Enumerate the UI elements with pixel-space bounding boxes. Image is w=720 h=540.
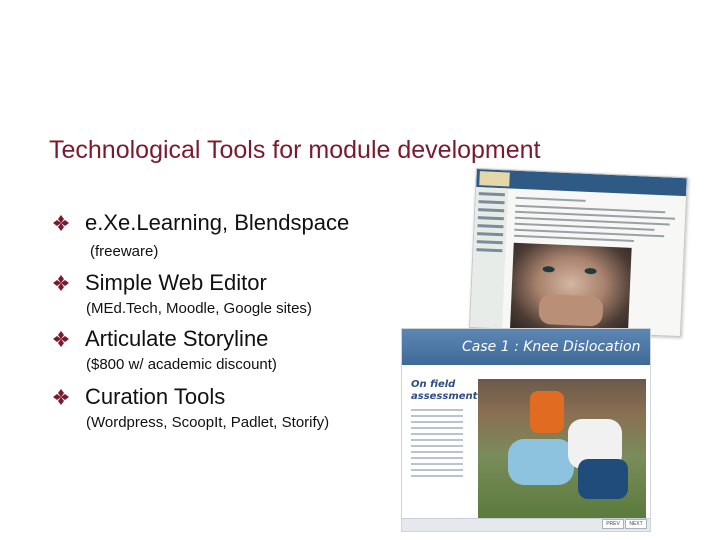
bullet-label: Articulate Storyline	[85, 326, 269, 351]
bullet-label: Simple Web Editor	[85, 270, 267, 295]
bullet-detail: (freeware)	[90, 243, 159, 260]
storyline-case-title: Case 1 : Knee Dislocation	[462, 339, 641, 355]
next-button[interactable]: NEXT	[625, 519, 647, 529]
bullet-detail: (MEd.Tech, Moodle, Google sites)	[86, 300, 312, 317]
storyline-footer: PREV NEXT	[402, 518, 650, 531]
exe-sidebar	[470, 187, 509, 329]
bullet-item: Curation Tools	[52, 384, 225, 410]
storyline-title-bar: Case 1 : Knee Dislocation	[402, 329, 650, 365]
rugby-photo	[478, 379, 646, 519]
bullet-item: Articulate Storyline	[52, 326, 268, 352]
diamond-bullet-icon	[53, 389, 69, 405]
storyline-heading: On field assessment:	[411, 379, 482, 402]
bullet-detail: ($800 w/ academic discount)	[86, 356, 277, 373]
bullet-item: e.Xe.Learning, Blendspace	[52, 210, 349, 236]
bullet-detail: (Wordpress, ScoopIt, Padlet, Storify)	[86, 414, 330, 431]
face-photo	[510, 242, 632, 334]
diamond-bullet-icon	[53, 331, 69, 347]
bullet-label: e.Xe.Learning, Blendspace	[85, 210, 350, 235]
diamond-bullet-icon	[53, 215, 69, 231]
diamond-bullet-icon	[53, 275, 69, 291]
storyline-screenshot: Case 1 : Knee Dislocation On field asses…	[401, 328, 651, 532]
exe-logo	[479, 171, 510, 187]
prev-button[interactable]: PREV	[602, 519, 624, 529]
bullet-item: Simple Web Editor	[52, 270, 267, 296]
slide-title: Technological Tools for module developme…	[49, 136, 541, 164]
exe-screenshot	[469, 168, 688, 338]
bullet-label: Curation Tools	[85, 384, 226, 409]
